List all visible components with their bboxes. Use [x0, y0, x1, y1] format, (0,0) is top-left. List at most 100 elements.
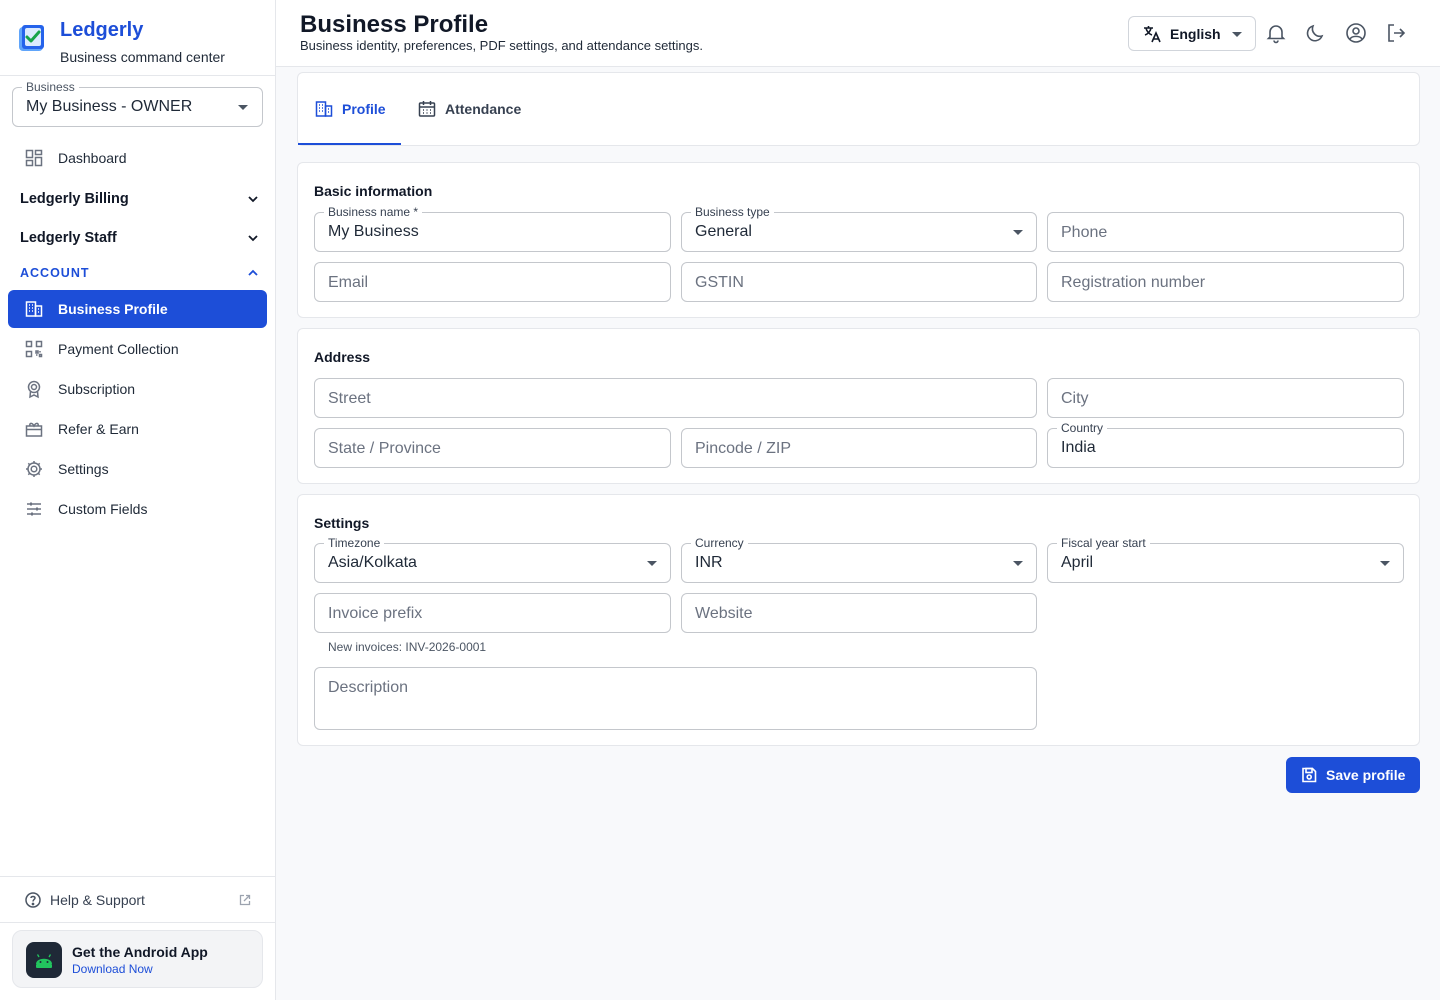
- section-title: Basic information: [314, 183, 433, 199]
- tab-attendance-label: Attendance: [445, 101, 522, 117]
- sidebar-divider: [0, 876, 275, 877]
- settings-card: Settings Timezone Asia/Kolkata Currency …: [297, 494, 1420, 746]
- field-value: India: [1061, 439, 1096, 456]
- invoice-prefix-field[interactable]: Invoice prefix: [314, 593, 671, 633]
- sidebar: Ledgerly Business command center Busines…: [0, 0, 276, 1000]
- nav-item-subscription[interactable]: Subscription: [8, 371, 267, 407]
- language-select[interactable]: English: [1128, 16, 1256, 51]
- nav-item-refer-earn[interactable]: Refer & Earn: [8, 411, 267, 447]
- field-value: Asia/Kolkata: [328, 554, 417, 571]
- street-field[interactable]: Street: [314, 378, 1037, 418]
- field-label: Fiscal year start: [1057, 536, 1150, 550]
- field-placeholder: City: [1061, 390, 1089, 407]
- nav-item-label: Payment Collection: [58, 341, 179, 357]
- timezone-select[interactable]: Timezone Asia/Kolkata: [314, 536, 671, 583]
- save-profile-button[interactable]: Save profile: [1286, 757, 1420, 793]
- gift-icon: [25, 422, 43, 437]
- nav-item-label: Subscription: [58, 381, 136, 397]
- field-placeholder: Website: [695, 605, 753, 622]
- nav-section-account[interactable]: ACCOUNT: [20, 264, 260, 282]
- field-placeholder: Street: [328, 390, 371, 407]
- moon-icon[interactable]: [1305, 22, 1327, 44]
- save-icon: [1302, 767, 1317, 783]
- business-type-select[interactable]: Business type General: [681, 205, 1037, 252]
- help-support-link[interactable]: Help & Support: [24, 889, 252, 911]
- state-province-field[interactable]: State / Province: [314, 428, 671, 468]
- nav-group-staff[interactable]: Ledgerly Staff: [20, 227, 260, 249]
- basic-information-card: Basic information Business name * My Bus…: [297, 162, 1420, 318]
- business-select[interactable]: Business My Business - OWNER: [12, 80, 263, 127]
- registration-number-field[interactable]: Registration number: [1047, 262, 1404, 302]
- section-title: Address: [314, 349, 371, 365]
- field-placeholder: State / Province: [328, 440, 441, 457]
- android-app-title: Get the Android App: [72, 944, 208, 960]
- city-field[interactable]: City: [1047, 378, 1404, 418]
- sidebar-divider: [0, 75, 275, 76]
- field-label: Country: [1057, 421, 1108, 435]
- chevron-down-icon: [248, 196, 258, 203]
- translate-icon: [1144, 25, 1161, 42]
- field-value: April: [1061, 554, 1094, 571]
- nav-item-business-profile[interactable]: Business Profile: [8, 290, 267, 328]
- gstin-field[interactable]: GSTIN: [681, 262, 1037, 302]
- tab-profile[interactable]: Profile: [314, 73, 386, 145]
- page-title: Business Profile: [300, 11, 489, 38]
- nav-dashboard[interactable]: Dashboard: [8, 140, 267, 176]
- caret-down-icon: [1232, 32, 1242, 37]
- external-link-icon: [239, 894, 251, 906]
- currency-select[interactable]: Currency INR: [681, 536, 1037, 583]
- description-textarea[interactable]: Description: [314, 667, 1037, 730]
- field-placeholder: Pincode / ZIP: [695, 440, 792, 457]
- nav-group-staff-label: Ledgerly Staff: [20, 230, 117, 246]
- dashboard-icon: [25, 149, 43, 167]
- android-app-card[interactable]: Get the Android App Download Now: [12, 930, 263, 988]
- caret-down-icon: [647, 561, 657, 566]
- field-placeholder: GSTIN: [695, 274, 744, 291]
- pincode-field[interactable]: Pincode / ZIP: [681, 428, 1037, 468]
- field-placeholder: Invoice prefix: [328, 605, 423, 622]
- field-value: My Business: [328, 223, 419, 240]
- website-field[interactable]: Website: [681, 593, 1037, 633]
- nav-item-label: Settings: [58, 461, 109, 477]
- nav-item-payment-collection[interactable]: Payment Collection: [8, 331, 267, 367]
- android-icon: [26, 942, 62, 978]
- caret-down-icon: [1380, 561, 1390, 566]
- nav-group-billing[interactable]: Ledgerly Billing: [20, 188, 260, 210]
- nav-item-label: Refer & Earn: [58, 421, 139, 437]
- nav-section-account-label: ACCOUNT: [20, 266, 90, 280]
- business-select-value: My Business - OWNER: [26, 98, 193, 115]
- android-app-download-link[interactable]: Download Now: [72, 962, 153, 976]
- fiscal-year-start-select[interactable]: Fiscal year start April: [1047, 536, 1404, 583]
- field-placeholder: Email: [328, 274, 369, 291]
- logout-icon[interactable]: [1385, 22, 1407, 44]
- field-placeholder: Registration number: [1061, 274, 1206, 291]
- caret-down-icon: [238, 105, 248, 110]
- account-circle-icon[interactable]: [1345, 22, 1367, 44]
- field-placeholder: Description: [328, 679, 409, 696]
- nav-group-billing-label: Ledgerly Billing: [20, 191, 129, 207]
- field-value: General: [695, 223, 752, 240]
- country-field[interactable]: Country India: [1047, 421, 1404, 468]
- app-logo-icon: [19, 25, 44, 51]
- field-label: Business type: [691, 205, 774, 219]
- phone-field[interactable]: Phone: [1047, 212, 1404, 252]
- nav-item-label: Business Profile: [58, 301, 168, 317]
- top-header: Business Profile Business identity, pref…: [276, 0, 1440, 67]
- brand[interactable]: Ledgerly Business command center: [16, 18, 225, 67]
- page-subtitle: Business identity, preferences, PDF sett…: [300, 38, 703, 53]
- caret-down-icon: [1013, 561, 1023, 566]
- section-title: Settings: [314, 515, 370, 531]
- bell-icon[interactable]: [1265, 22, 1287, 44]
- field-label: Business name *: [324, 205, 423, 219]
- email-field[interactable]: Email: [314, 262, 671, 302]
- nav-item-settings[interactable]: Settings: [8, 451, 267, 487]
- nav-item-label: Custom Fields: [58, 501, 148, 517]
- nav-item-custom-fields[interactable]: Custom Fields: [8, 491, 267, 527]
- brand-name: Ledgerly: [60, 19, 144, 41]
- tab-attendance[interactable]: Attendance: [417, 73, 521, 145]
- brand-tagline: Business command center: [60, 49, 225, 65]
- business-name-field[interactable]: Business name * My Business: [314, 205, 671, 252]
- field-placeholder: Phone: [1061, 224, 1108, 241]
- building-icon: [315, 101, 333, 117]
- field-label: Timezone: [324, 536, 385, 550]
